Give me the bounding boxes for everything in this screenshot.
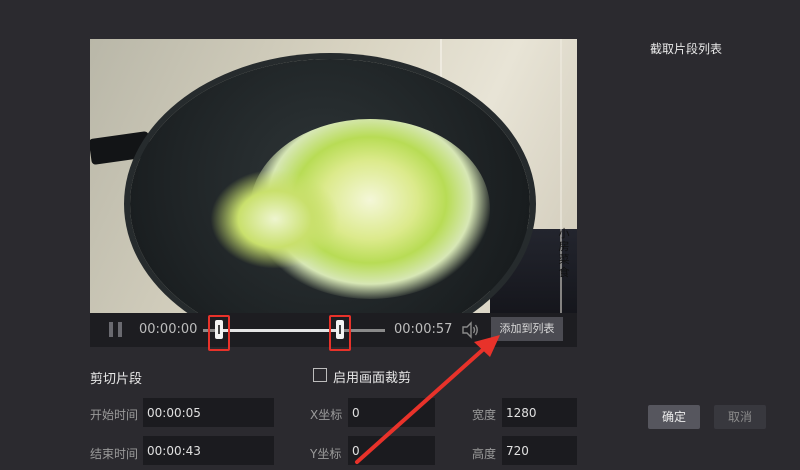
y-coordinate-label: Y坐标 — [310, 447, 342, 461]
x-coordinate-field[interactable] — [348, 398, 435, 427]
height-field[interactable] — [502, 436, 577, 465]
y-coordinate-field[interactable] — [348, 436, 435, 465]
cancel-button[interactable]: 取消 — [714, 405, 766, 429]
ok-button[interactable]: 确定 — [648, 405, 700, 429]
total-time: 00:00:57 — [394, 322, 453, 337]
end-time-label: 结束时间 — [90, 447, 139, 461]
start-marker-highlight — [208, 315, 231, 351]
clip-list-title: 截取片段列表 — [650, 42, 723, 56]
player-controls: 00:00:00 00:00:57 添加到列表 — [90, 313, 577, 351]
video-preview[interactable]: 小房菜食 — [90, 39, 577, 313]
end-marker-highlight — [328, 315, 351, 351]
current-time: 00:00:00 — [139, 322, 198, 337]
height-label: 高度 — [472, 447, 497, 461]
enable-crop-label: 启用画面裁剪 — [333, 371, 412, 386]
x-coordinate-label: X坐标 — [310, 408, 343, 422]
speaker-icon[interactable] — [460, 320, 480, 340]
end-time-field[interactable] — [143, 436, 274, 465]
width-field[interactable] — [502, 398, 577, 427]
enable-crop-checkbox[interactable] — [313, 368, 327, 382]
timeline-track[interactable] — [203, 329, 385, 332]
selected-range — [219, 329, 340, 332]
width-label: 宽度 — [472, 408, 497, 422]
add-to-list-button[interactable]: 添加到列表 — [491, 317, 563, 341]
video-watermark: 小房菜食 — [558, 227, 570, 279]
pause-icon[interactable] — [109, 322, 123, 337]
cabbage — [210, 169, 340, 269]
clip-section-title: 剪切片段 — [90, 372, 143, 387]
start-time-label: 开始时间 — [90, 408, 139, 422]
start-time-field[interactable] — [143, 398, 274, 427]
